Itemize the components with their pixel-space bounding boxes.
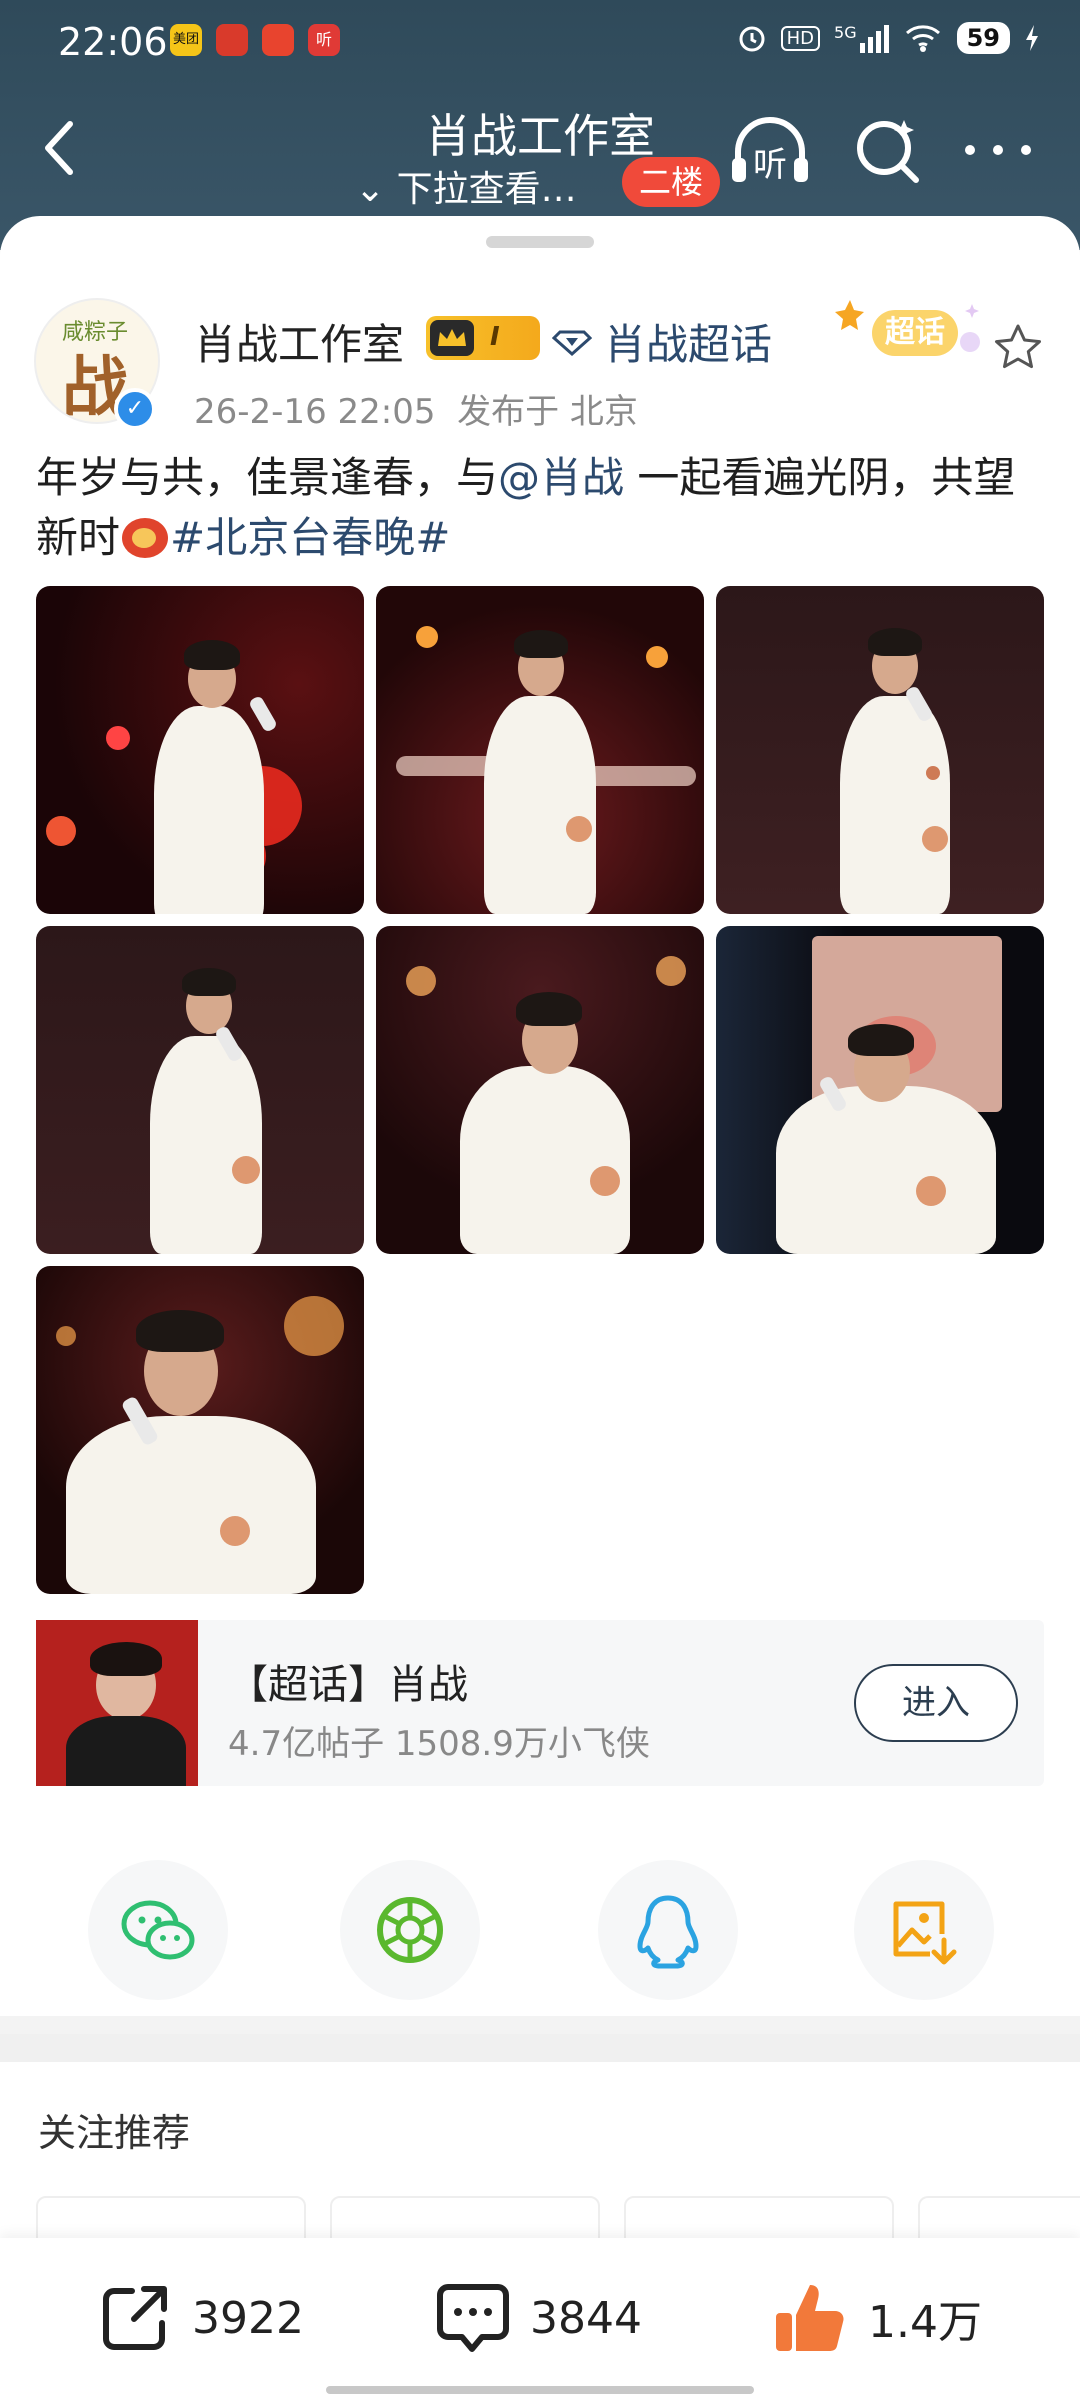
thumbs-up-icon [776,2285,844,2351]
second-floor-badge[interactable]: 二楼 [622,157,720,207]
mention-link[interactable]: @肖战 [498,453,624,502]
status-bar: 22:06 美团 听 HD 5G 59 [0,0,1080,80]
qq-icon [637,1895,699,1969]
charging-icon [1026,25,1038,51]
like-count: 1.4万 [868,2297,982,2348]
post-text-part1: 年岁与共，佳景逢春，与 [36,453,499,502]
share-qq-button[interactable] [598,1860,738,2000]
wifi-icon [905,25,940,52]
diamond-icon [552,330,592,357]
repost-icon [103,2286,167,2350]
save-image-icon [893,1901,957,1965]
repost-count: 3922 [192,2292,304,2344]
hashtag-link[interactable]: #北京台春晚# [170,513,450,562]
post-date: 26-2-16 22:05 [194,392,436,432]
post-image-2[interactable] [376,586,704,914]
wechat-icon [121,1900,195,1960]
game-icon [216,24,248,56]
post-body: 年岁与共，佳景逢春，与@肖战 一起看遍光阴，共望新时 #北京台春晚# [36,448,1046,568]
search-button[interactable] [852,112,924,188]
section-divider [0,2034,1080,2062]
comment-icon [437,2284,509,2352]
system-icons: HD 5G 59 [737,22,1040,54]
supertopic-stats: 4.7亿帖子 1508.9万小飞侠 [228,1724,650,1764]
repost-button[interactable]: 3922 [96,2278,304,2358]
supertopic-badge-label: 超话 [885,315,945,350]
fan-rank-badge[interactable]: I [426,316,540,360]
pull-down-hint[interactable]: ⌄ 下拉查看… [355,160,577,212]
post-location: 发布于 北京 [457,392,638,432]
comment-count: 3844 [530,2292,642,2344]
favorite-star-icon[interactable] [990,320,1046,376]
comment-button[interactable]: 3844 [434,2278,642,2358]
post-image-5[interactable] [376,926,704,1254]
supertopic-badge[interactable]: 超话 [832,296,982,366]
post-image-1[interactable] [36,586,364,914]
crown-icon [430,320,474,356]
drag-handle[interactable] [486,236,594,248]
share-moments-button[interactable] [340,1860,480,2000]
like-button[interactable]: 1.4万 [772,2278,982,2358]
bottom-action-bar: 3922 3844 1.4万 [0,2238,1080,2400]
post-meta: 26-2-16 22:05 发布于 北京 [194,384,638,433]
post-image-6[interactable] [716,926,1044,1254]
supertopic-link[interactable]: 肖战超话 [604,311,772,372]
hd-icon: HD [780,25,821,51]
moments-icon [377,1897,443,1963]
verified-icon: ✓ [114,388,156,430]
recommend-title: 关注推荐 [38,2111,191,2155]
top-header: 22:06 美团 听 HD 5G 59 肖战工作室 ⌄ 下拉查看… 二楼 听 [0,0,1080,250]
notification-icons: 美团 听 [170,24,340,56]
meituan-icon: 美团 [170,24,202,56]
home-indicator[interactable] [326,2386,754,2394]
alarm-icon [739,26,765,52]
share-wechat-button[interactable] [88,1860,228,2000]
status-time: 22:06 [58,20,168,64]
post-image-7[interactable] [36,1266,364,1594]
post-image-3[interactable] [716,586,1044,914]
supertopic-thumbnail [36,1620,198,1786]
supertopic-card[interactable]: 【超话】肖战 4.7亿帖子 1508.9万小飞侠 进入 [36,1620,1044,1786]
lantern-emoji-icon [122,518,169,558]
enter-button[interactable]: 进入 [854,1664,1018,1742]
rank-level: I [490,322,500,352]
listen-app-icon: 听 [308,24,340,56]
post-image-4[interactable] [36,926,364,1254]
save-image-button[interactable] [854,1860,994,2000]
battery-icon: 59 [956,22,1010,54]
supertopic-title: 【超话】肖战 [228,1662,468,1708]
more-icon[interactable] [960,135,1036,165]
signal-icon: 5G [834,23,889,53]
listen-label: 听 [753,145,787,185]
weibo-icon [262,24,294,56]
post-card: 咸粽子 战 ✓ 肖战工作室 I 肖战超话 超话 26-2-16 22:05 发布… [0,216,1080,2016]
listen-button[interactable]: 听 [728,112,812,188]
author-name[interactable]: 肖战工作室 [194,311,404,372]
